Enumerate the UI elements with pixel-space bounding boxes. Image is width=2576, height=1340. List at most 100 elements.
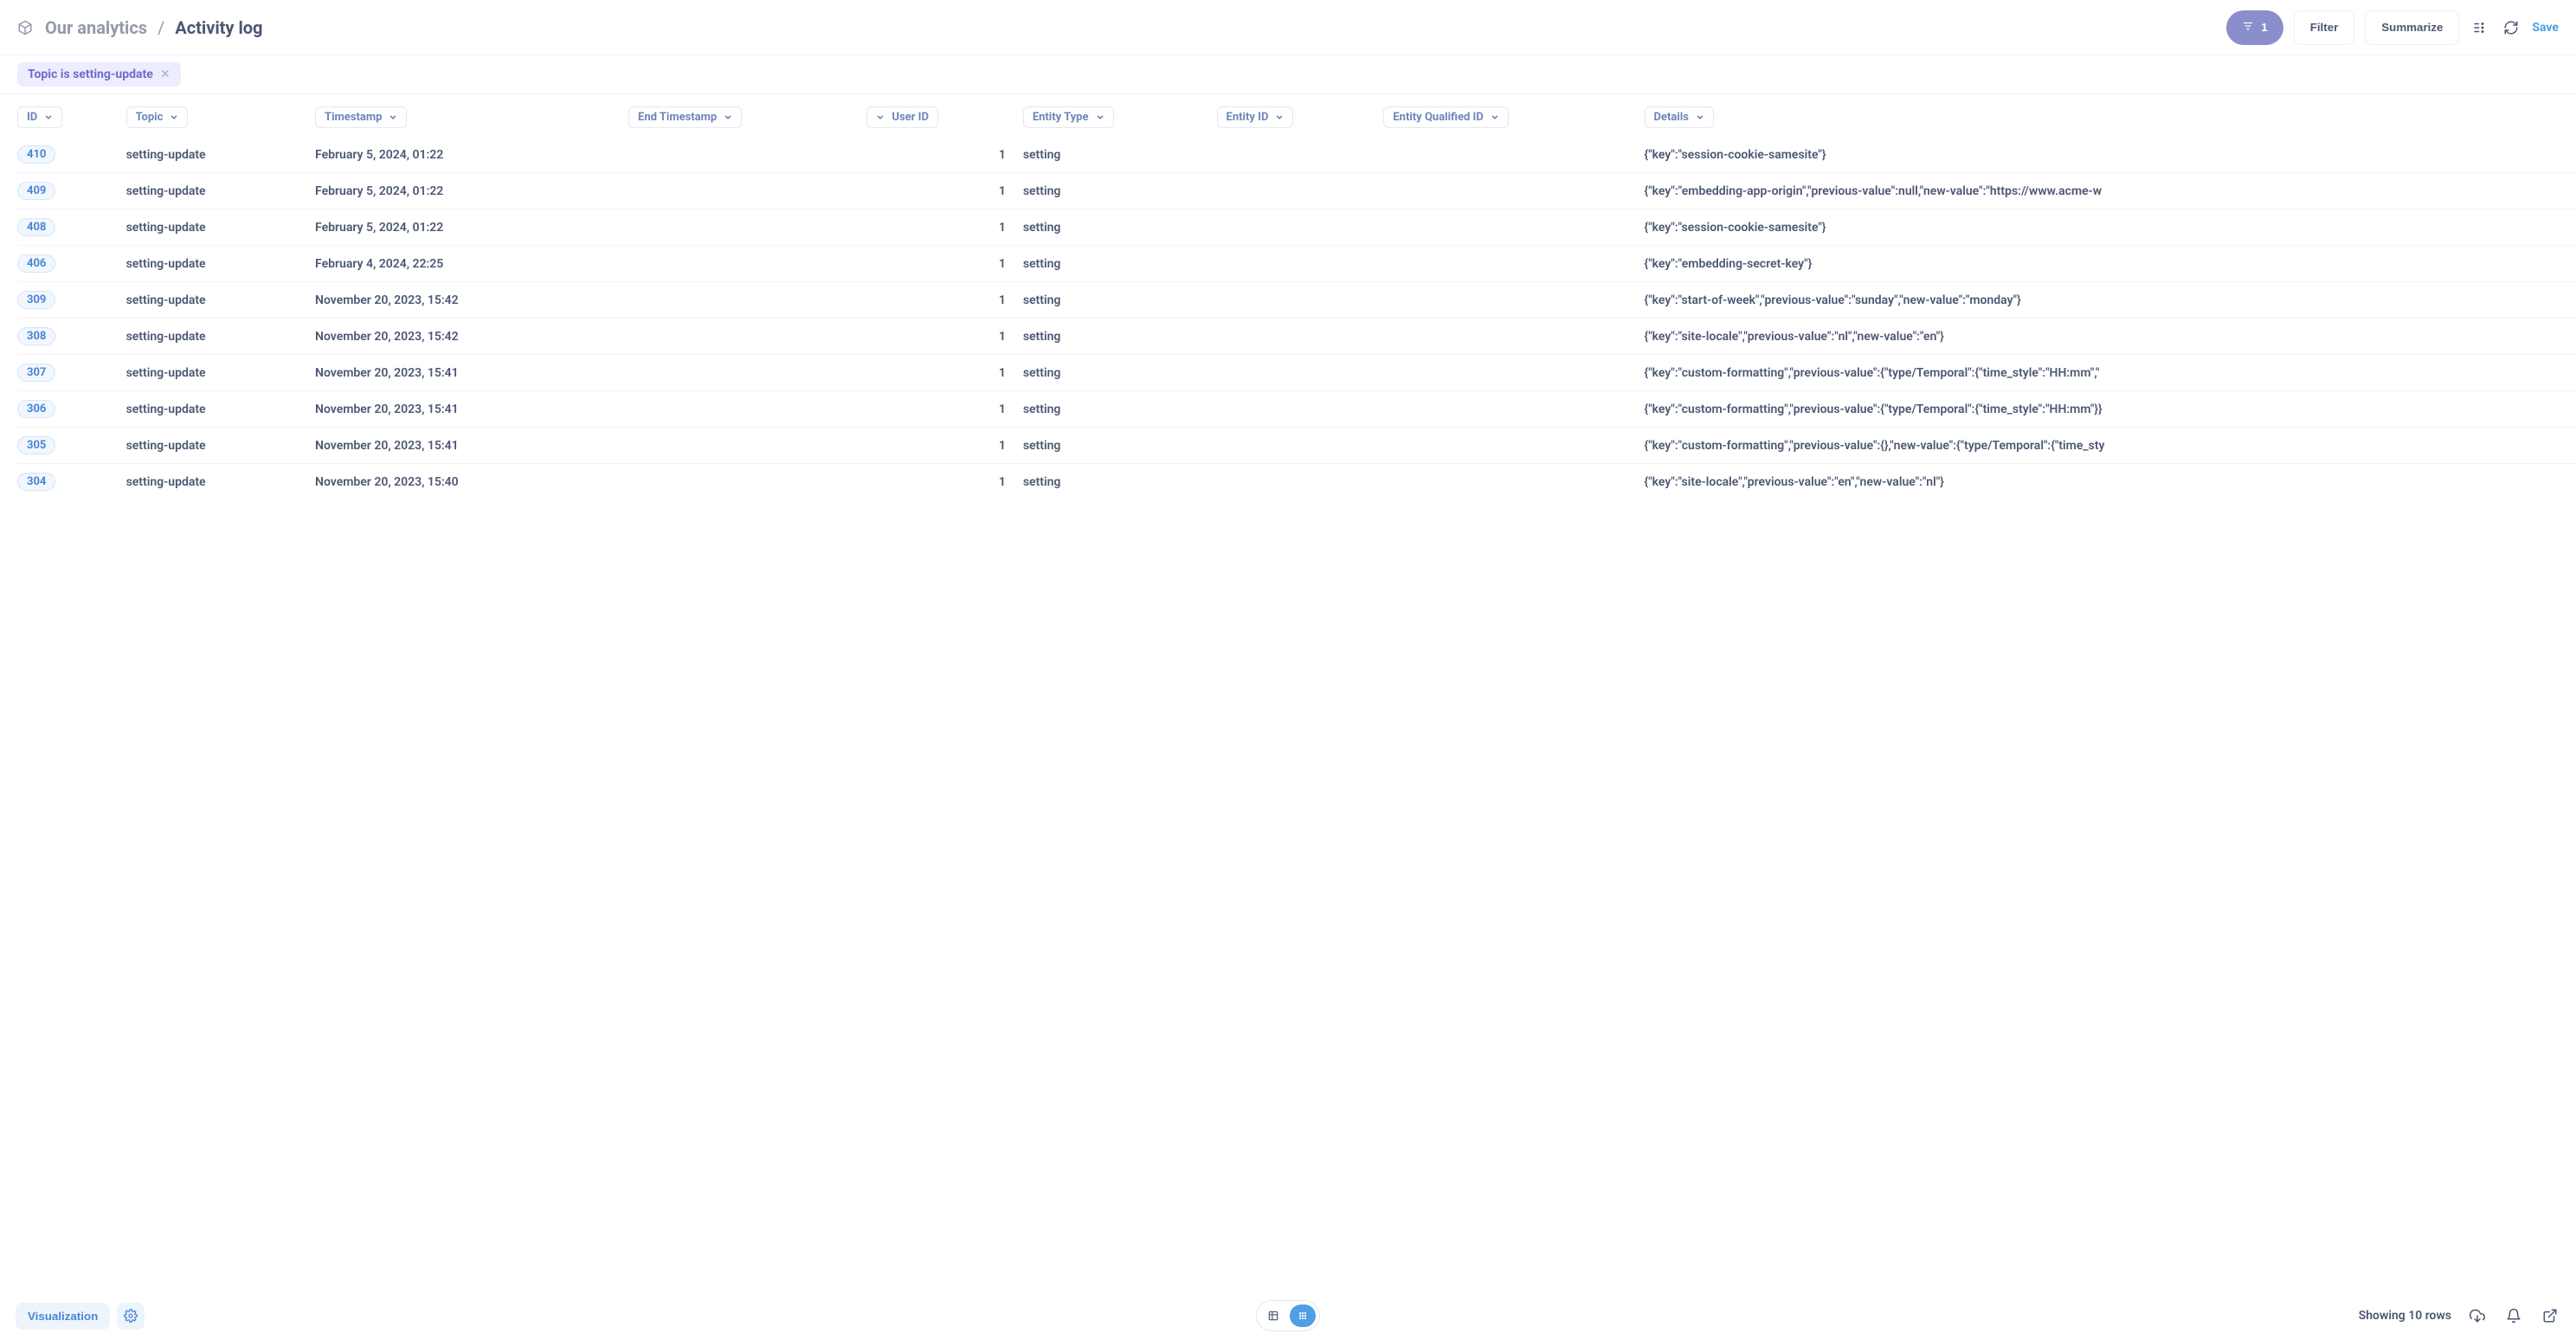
cell-entity-qualified-id <box>1383 209 1644 246</box>
id-badge[interactable]: 305 <box>17 436 55 454</box>
cell-details: {"key":"site-locale","previous-value":"n… <box>1645 319 2576 355</box>
breadcrumb-current[interactable]: Activity log <box>175 17 262 38</box>
id-badge[interactable]: 304 <box>17 473 55 491</box>
cell-entity-qualified-id <box>1383 428 1644 464</box>
cell-entity-type: setting <box>1023 173 1217 209</box>
cell-entity-id <box>1217 173 1384 209</box>
breadcrumb-collection[interactable]: Our analytics <box>45 17 147 38</box>
close-icon[interactable]: ✕ <box>160 68 171 81</box>
cell-entity-id <box>1217 137 1384 173</box>
editor-icon[interactable] <box>2470 17 2490 38</box>
view-mode-segmented <box>1256 1300 1320 1331</box>
table-view-icon[interactable] <box>1260 1305 1286 1327</box>
cell-topic: setting-update <box>126 209 315 246</box>
table-row[interactable]: 409setting-updateFebruary 5, 2024, 01:22… <box>17 173 2576 209</box>
cell-end-timestamp <box>628 282 866 319</box>
header-bar: Our analytics / Activity log 1 Filter Su… <box>0 0 2576 55</box>
table-row[interactable]: 305 setting-updateNovember 20, 2023, 15:4… <box>17 428 2576 464</box>
cell-timestamp: November 20, 2023, 15:42 <box>315 282 628 319</box>
cell-entity-type: setting <box>1023 355 1217 391</box>
footer-right: Showing 10 rows <box>2359 1305 2560 1326</box>
table-row[interactable]: 304setting-updateNovember 20, 2023, 15:4… <box>17 464 2576 499</box>
cell-topic: setting-update <box>126 137 315 173</box>
cell-entity-type: setting <box>1023 282 1217 319</box>
results-table-wrap: ID Topic Timestamp End Timestamp <box>0 94 2576 1292</box>
filter-chips-row: Topic is setting-update ✕ <box>0 55 2576 94</box>
cell-entity-id <box>1217 319 1384 355</box>
cell-entity-qualified-id <box>1383 137 1644 173</box>
table-row[interactable]: 410setting-updateFebruary 5, 2024, 01:22… <box>17 137 2576 173</box>
column-header-user-id[interactable]: User ID <box>866 106 938 128</box>
column-label: End Timestamp <box>638 111 717 124</box>
cell-end-timestamp <box>628 355 866 391</box>
cell-user-id: 1 <box>866 464 1022 499</box>
download-icon[interactable] <box>2467 1305 2488 1326</box>
cell-timestamp: February 5, 2024, 01:22 <box>315 209 628 246</box>
column-header-topic[interactable]: Topic <box>126 106 189 128</box>
column-header-entity-type[interactable]: Entity Type <box>1023 106 1114 128</box>
cell-topic: setting-update <box>126 428 315 464</box>
grid-view-icon[interactable] <box>1290 1305 1316 1327</box>
cell-entity-qualified-id <box>1383 246 1644 282</box>
table-row[interactable]: 308setting-updateNovember 20, 2023, 15:4… <box>17 319 2576 355</box>
cell-entity-id <box>1217 209 1384 246</box>
cell-user-id: 1 <box>866 173 1022 209</box>
id-badge[interactable]: 308 <box>17 327 55 345</box>
active-filters-button[interactable]: 1 <box>2226 10 2283 45</box>
visualization-button[interactable]: Visualization <box>16 1303 110 1330</box>
id-badge[interactable]: 408 <box>17 218 55 236</box>
cell-timestamp: November 20, 2023, 15:41 <box>315 355 628 391</box>
cell-entity-type: setting <box>1023 464 1217 499</box>
column-header-entity-qualified-id[interactable]: Entity Qualified ID <box>1383 106 1508 128</box>
filter-button[interactable]: Filter <box>2294 10 2355 45</box>
cell-timestamp: November 20, 2023, 15:41 <box>315 428 628 464</box>
gear-icon[interactable] <box>117 1303 145 1330</box>
cell-topic: setting-update <box>126 355 315 391</box>
id-badge[interactable]: 306 <box>17 400 55 418</box>
column-header-timestamp[interactable]: Timestamp <box>315 106 407 128</box>
cell-entity-id <box>1217 282 1384 319</box>
cell-topic: setting-update <box>126 173 315 209</box>
filter-chip-topic[interactable]: Topic is setting-update ✕ <box>17 62 181 87</box>
cell-entity-type: setting <box>1023 246 1217 282</box>
column-header-entity-id[interactable]: Entity ID <box>1217 106 1294 128</box>
table-row[interactable]: 307 setting-updateNovember 20, 2023, 15:4… <box>17 355 2576 391</box>
table-row[interactable]: 306setting-updateNovember 20, 2023, 15:4… <box>17 391 2576 428</box>
table-row[interactable]: 406 setting-updateFebruary 4, 2024, 22:25… <box>17 246 2576 282</box>
summarize-button[interactable]: Summarize <box>2365 10 2459 45</box>
cell-details: {"key":"custom-formatting","previous-val… <box>1645 428 2576 464</box>
column-label: Topic <box>136 111 164 124</box>
column-header-end-timestamp[interactable]: End Timestamp <box>628 106 742 128</box>
id-badge[interactable]: 309 <box>17 291 55 309</box>
cell-details: {"key":"session-cookie-samesite"} <box>1645 209 2576 246</box>
cell-topic: setting-update <box>126 246 315 282</box>
cell-user-id: 1 <box>866 355 1022 391</box>
column-label: User ID <box>892 111 929 124</box>
cell-details: {"key":"session-cookie-samesite"} <box>1645 137 2576 173</box>
table-row[interactable]: 309setting-updateNovember 20, 2023, 15:4… <box>17 282 2576 319</box>
share-icon[interactable] <box>2540 1305 2560 1326</box>
chevron-down-icon <box>1696 113 1704 122</box>
column-header-details[interactable]: Details <box>1645 106 1714 128</box>
cell-entity-id <box>1217 391 1384 428</box>
id-badge[interactable]: 307 <box>17 364 55 382</box>
cell-entity-id <box>1217 428 1384 464</box>
id-badge[interactable]: 410 <box>17 145 55 164</box>
header-actions: 1 Filter Summarize Save <box>2226 10 2559 45</box>
cell-end-timestamp <box>628 209 866 246</box>
cell-timestamp: February 4, 2024, 22:25 <box>315 246 628 282</box>
table-row[interactable]: 408 setting-updateFebruary 5, 2024, 01:22… <box>17 209 2576 246</box>
cell-entity-qualified-id <box>1383 391 1644 428</box>
cell-user-id: 1 <box>866 282 1022 319</box>
chevron-down-icon <box>876 113 885 122</box>
cell-end-timestamp <box>628 246 866 282</box>
id-badge[interactable]: 406 <box>17 254 55 273</box>
refresh-icon[interactable] <box>2501 17 2521 38</box>
bell-icon[interactable] <box>2503 1305 2524 1326</box>
save-button[interactable]: Save <box>2532 21 2559 35</box>
breadcrumb-separator: / <box>158 17 164 38</box>
column-header-id[interactable]: ID <box>17 106 62 128</box>
cell-entity-id <box>1217 246 1384 282</box>
id-badge[interactable]: 409 <box>17 182 55 200</box>
cell-timestamp: November 20, 2023, 15:40 <box>315 464 628 499</box>
